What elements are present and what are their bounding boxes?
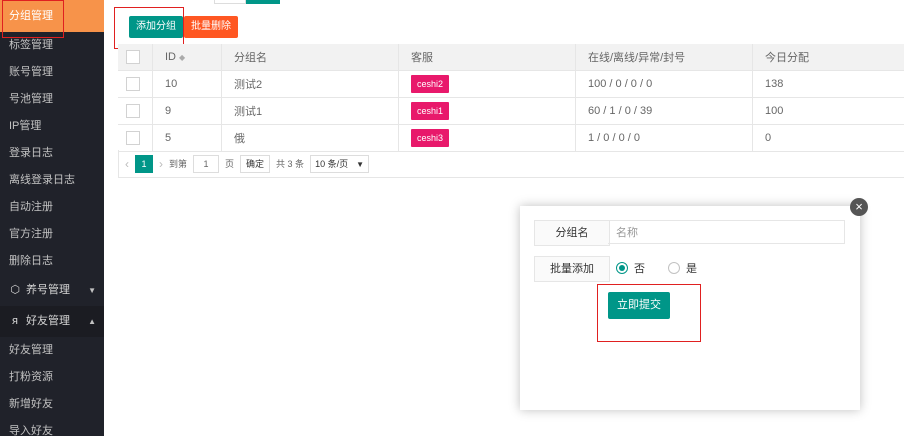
sidebar-item-ip-manage[interactable]: IP管理 <box>0 113 104 140</box>
sidebar-group-label: 好友管理 <box>26 315 70 327</box>
sidebar-item-login-log[interactable]: 登录日志 <box>0 140 104 167</box>
sidebar-item-delete-log[interactable]: 删除日志 <box>0 248 104 275</box>
radio-label: 否 <box>634 263 645 275</box>
column-label: ID <box>165 51 176 63</box>
cell-id: 9 <box>152 97 222 125</box>
sidebar-item-add-friend[interactable]: 新增好友 <box>0 391 104 418</box>
table-row: 9 测试1 ceshi1 60 / 1 / 0 / 39 100 <box>118 97 904 125</box>
sidebar-item-group-manage[interactable]: 分组管理 <box>0 0 104 38</box>
agent-tag[interactable]: ceshi1 <box>411 102 450 120</box>
radio-unchecked-icon <box>668 262 680 274</box>
cube-icon: ⬡ <box>10 284 20 296</box>
cell-status: 100 / 0 / 0 / 0 <box>575 70 753 98</box>
cell-status: 1 / 0 / 0 / 0 <box>575 124 753 152</box>
page-current[interactable]: 1 <box>135 154 153 173</box>
sidebar-item-account-manage[interactable]: 账号管理 <box>0 59 104 86</box>
column-agent: 客服 <box>398 44 576 71</box>
page-size-value: 10 条/页 <box>315 158 349 169</box>
user-icon: ᴙ <box>12 315 18 327</box>
radio-checked-icon <box>616 262 628 274</box>
column-status: 在线/离线/异常/封号 <box>575 44 753 71</box>
radio-label: 是 <box>686 263 697 275</box>
cell-name: 测试2 <box>221 70 399 98</box>
page-size-select[interactable]: 10 条/页 ▼ <box>310 154 369 173</box>
top-input-stub[interactable] <box>214 0 246 4</box>
table-row: 5 俄 ceshi3 1 / 0 / 0 / 0 0 <box>118 124 904 152</box>
row-checkbox[interactable] <box>126 77 140 91</box>
row-checkbox-cell <box>118 97 153 125</box>
radio-no[interactable]: 否 <box>616 260 645 276</box>
sidebar-group-friend[interactable]: ᴙ 好友管理 ▲ <box>0 306 104 337</box>
select-all-checkbox[interactable] <box>126 50 140 64</box>
sidebar-item-import-friend[interactable]: 导入好友 <box>0 418 104 436</box>
table-header-row: ID ◆ 分组名 客服 在线/离线/异常/封号 今日分配 <box>118 44 904 71</box>
batch-add-label: 批量添加 <box>534 256 610 282</box>
cell-agent: ceshi2 <box>398 70 576 98</box>
sidebar-group-raise[interactable]: ⬡ 养号管理 ▼ <box>0 275 104 306</box>
submit-button[interactable]: 立即提交 <box>608 292 670 319</box>
sidebar-item-tag-manage[interactable]: 标签管理 <box>0 32 104 59</box>
row-checkbox[interactable] <box>126 104 140 118</box>
sidebar-group-label: 养号管理 <box>26 284 70 296</box>
sidebar-item-fan-resource[interactable]: 打粉资源 <box>0 364 104 391</box>
goto-label: 到第 <box>169 159 188 169</box>
row-checkbox-cell <box>118 70 153 98</box>
form-row-batch: 批量添加 否 是 <box>534 256 846 282</box>
batch-delete-button[interactable]: 批量删除 <box>184 16 238 38</box>
sidebar: 分组管理 标签管理 账号管理 号池管理 IP管理 登录日志 离线登录日志 自动注… <box>0 0 104 436</box>
next-page-icon[interactable]: › <box>159 157 163 171</box>
cell-status: 60 / 1 / 0 / 39 <box>575 97 753 125</box>
chevron-up-icon: ▲ <box>88 317 96 326</box>
cell-today: 0 <box>752 124 904 152</box>
row-checkbox-cell <box>118 124 153 152</box>
header-checkbox-cell <box>118 44 153 71</box>
cell-agent: ceshi3 <box>398 124 576 152</box>
prev-page-icon[interactable]: ‹ <box>125 157 129 171</box>
group-table: ID ◆ 分组名 客服 在线/离线/异常/封号 今日分配 10 测试2 ceshi… <box>118 44 904 152</box>
row-checkbox[interactable] <box>126 131 140 145</box>
chevron-down-icon: ▼ <box>356 159 364 169</box>
goto-page-input[interactable]: 1 <box>193 154 220 173</box>
group-name-label: 分组名 <box>534 220 610 246</box>
table-row: 10 测试2 ceshi2 100 / 0 / 0 / 0 138 <box>118 70 904 98</box>
goto-confirm-button[interactable]: 确定 <box>240 154 271 173</box>
cell-today: 138 <box>752 70 904 98</box>
close-icon[interactable]: × <box>850 198 868 216</box>
column-id[interactable]: ID ◆ <box>152 44 222 71</box>
sidebar-item-official-register[interactable]: 官方注册 <box>0 221 104 248</box>
sidebar-item-pool-manage[interactable]: 号池管理 <box>0 86 104 113</box>
agent-tag[interactable]: ceshi2 <box>411 75 450 93</box>
form-row-name: 分组名 名称 <box>534 220 846 246</box>
top-button-stub[interactable] <box>246 0 280 4</box>
sidebar-item-friend-manage[interactable]: 好友管理 <box>0 337 104 364</box>
column-name: 分组名 <box>221 44 399 71</box>
sidebar-item-offline-login-log[interactable]: 离线登录日志 <box>0 167 104 194</box>
radio-yes[interactable]: 是 <box>668 260 697 276</box>
pagination: ‹ 1 › 到第 1 页 确定 共 3 条 10 条/页 ▼ <box>118 150 904 178</box>
cell-name: 俄 <box>221 124 399 152</box>
page-label: 页 <box>225 159 235 169</box>
group-name-input[interactable]: 名称 <box>608 220 845 244</box>
agent-tag[interactable]: ceshi3 <box>411 129 450 147</box>
add-group-button[interactable]: 添加分组 <box>129 16 183 38</box>
column-today: 今日分配 <box>752 44 904 71</box>
sidebar-item-auto-register[interactable]: 自动注册 <box>0 194 104 221</box>
cell-today: 100 <box>752 97 904 125</box>
cell-agent: ceshi1 <box>398 97 576 125</box>
sort-icon[interactable]: ◆ <box>179 53 185 62</box>
cell-name: 测试1 <box>221 97 399 125</box>
chevron-down-icon: ▼ <box>88 286 96 295</box>
total-count: 共 3 条 <box>276 159 305 169</box>
cell-id: 5 <box>152 124 222 152</box>
cell-id: 10 <box>152 70 222 98</box>
